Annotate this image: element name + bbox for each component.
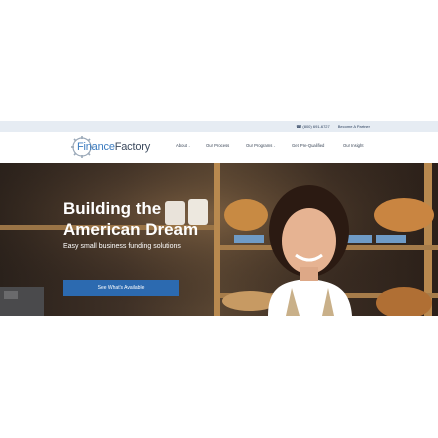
hero-title: Building the American Dream [63,198,198,240]
logo[interactable]: FinanceFactory [69,135,153,159]
nav-item-label: Our Programs [246,143,273,148]
nav-item-about[interactable]: About ⌄ [176,143,190,148]
nav-item-label: Get Pre-Qualified [292,143,325,148]
become-partner-link[interactable]: Become A Partner [338,124,370,129]
brand-name-part2: Factory [114,141,151,153]
hero-banner: Building the American Dream Easy small b… [0,163,438,316]
top-utility-bar: ☎ (800) 691-6727 Become A Partner [0,121,438,132]
chevron-down-icon: ⌄ [273,143,276,148]
brand-name: FinanceFactory [77,141,150,153]
nav-item-our-process[interactable]: Our Process [206,143,229,148]
hero-subtitle: Easy small business funding solutions [63,243,181,250]
chevron-down-icon: ⌄ [187,143,191,148]
phone-number[interactable]: (800) 691-6727 [302,124,329,129]
nav-item-label: Our Process [206,143,230,148]
site-header: FinanceFactory About ⌄ Our Process Our P… [0,132,438,163]
brand-name-part1: Finance [77,141,115,153]
phone-link[interactable]: ☎ (800) 691-6727 [296,124,329,129]
nav-item-our-insight[interactable]: Our Insight [343,143,363,148]
see-whats-available-button[interactable]: See What's Available [63,280,179,296]
nav-item-label: About [176,143,187,148]
hero-title-line1: Building the [63,199,162,218]
nav-item-get-pre-qualified[interactable]: Get Pre-Qualified [292,143,324,148]
nav-item-label: Our Insight [343,143,364,148]
phone-icon: ☎ [296,123,302,129]
hero-title-line2: American Dream [63,220,199,239]
nav-item-our-programs[interactable]: Our Programs ⌄ [246,143,276,148]
